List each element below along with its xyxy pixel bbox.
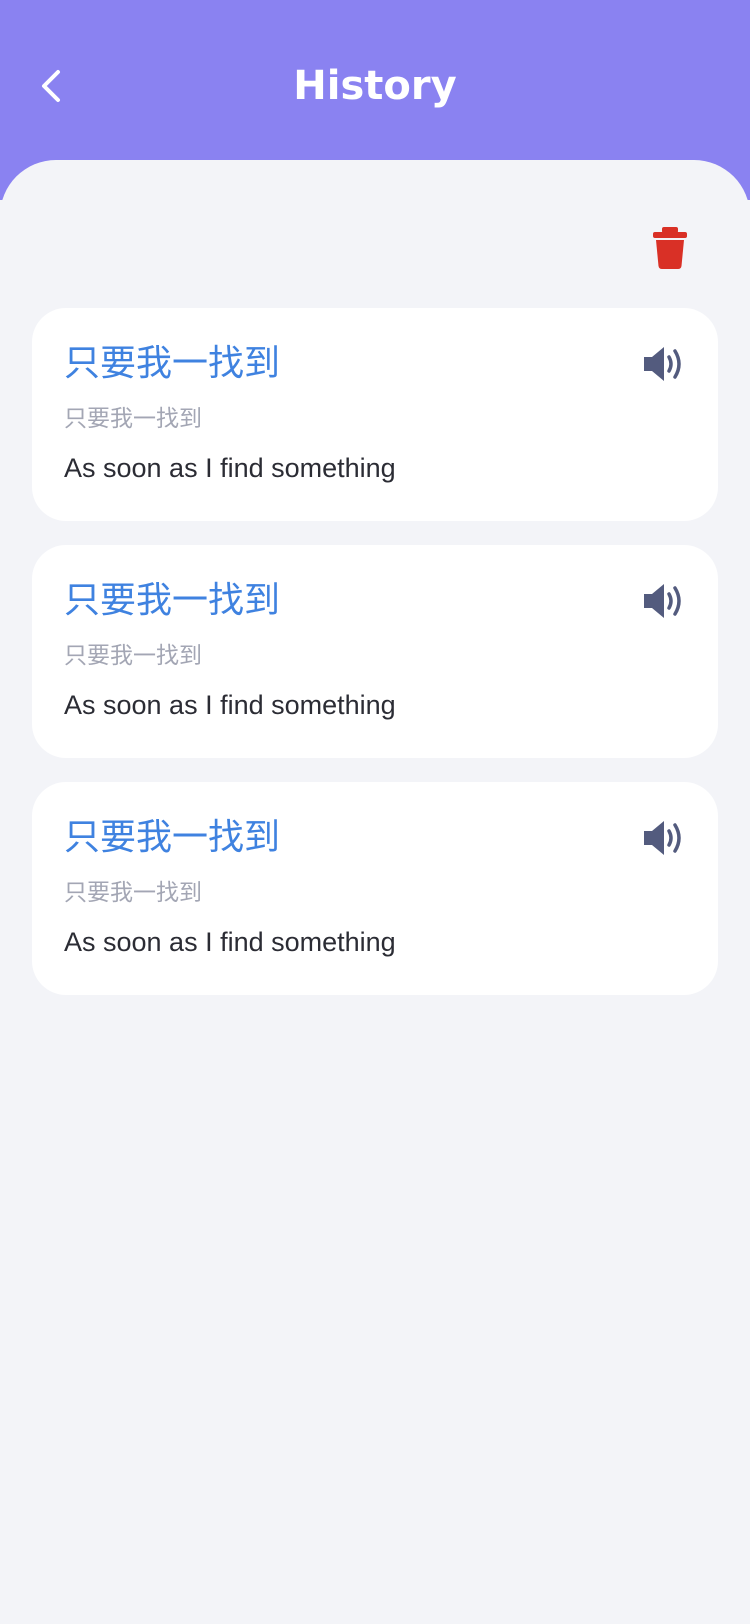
source-subtext: 只要我一找到	[64, 406, 202, 432]
speaker-icon	[644, 347, 681, 381]
history-card[interactable]: 只要我一找到 只要我一找到 As soon as I find somethin…	[32, 545, 718, 758]
speaker-icon	[644, 821, 681, 855]
history-card[interactable]: 只要我一找到 只要我一找到 As soon as I find somethin…	[32, 308, 718, 521]
history-list: 只要我一找到 只要我一找到 As soon as I find somethin…	[32, 308, 718, 1019]
speaker-icon	[644, 584, 681, 618]
speak-button[interactable]	[642, 581, 686, 621]
source-subtext: 只要我一找到	[64, 643, 202, 669]
history-card[interactable]: 只要我一找到 只要我一找到 As soon as I find somethin…	[32, 782, 718, 995]
trash-icon	[653, 227, 687, 269]
page-title: History	[293, 63, 457, 109]
translation-text: As soon as I find something	[64, 690, 396, 720]
translation-text: As soon as I find something	[64, 927, 396, 957]
source-text: 只要我一找到	[64, 343, 281, 384]
source-text: 只要我一找到	[64, 580, 281, 621]
source-subtext: 只要我一找到	[64, 880, 202, 906]
clear-history-button[interactable]	[650, 226, 690, 270]
speak-button[interactable]	[642, 344, 686, 384]
speak-button[interactable]	[642, 818, 686, 858]
history-content: 只要我一找到 只要我一找到 As soon as I find somethin…	[0, 160, 750, 1624]
translation-text: As soon as I find something	[64, 453, 396, 483]
source-text: 只要我一找到	[64, 817, 281, 858]
